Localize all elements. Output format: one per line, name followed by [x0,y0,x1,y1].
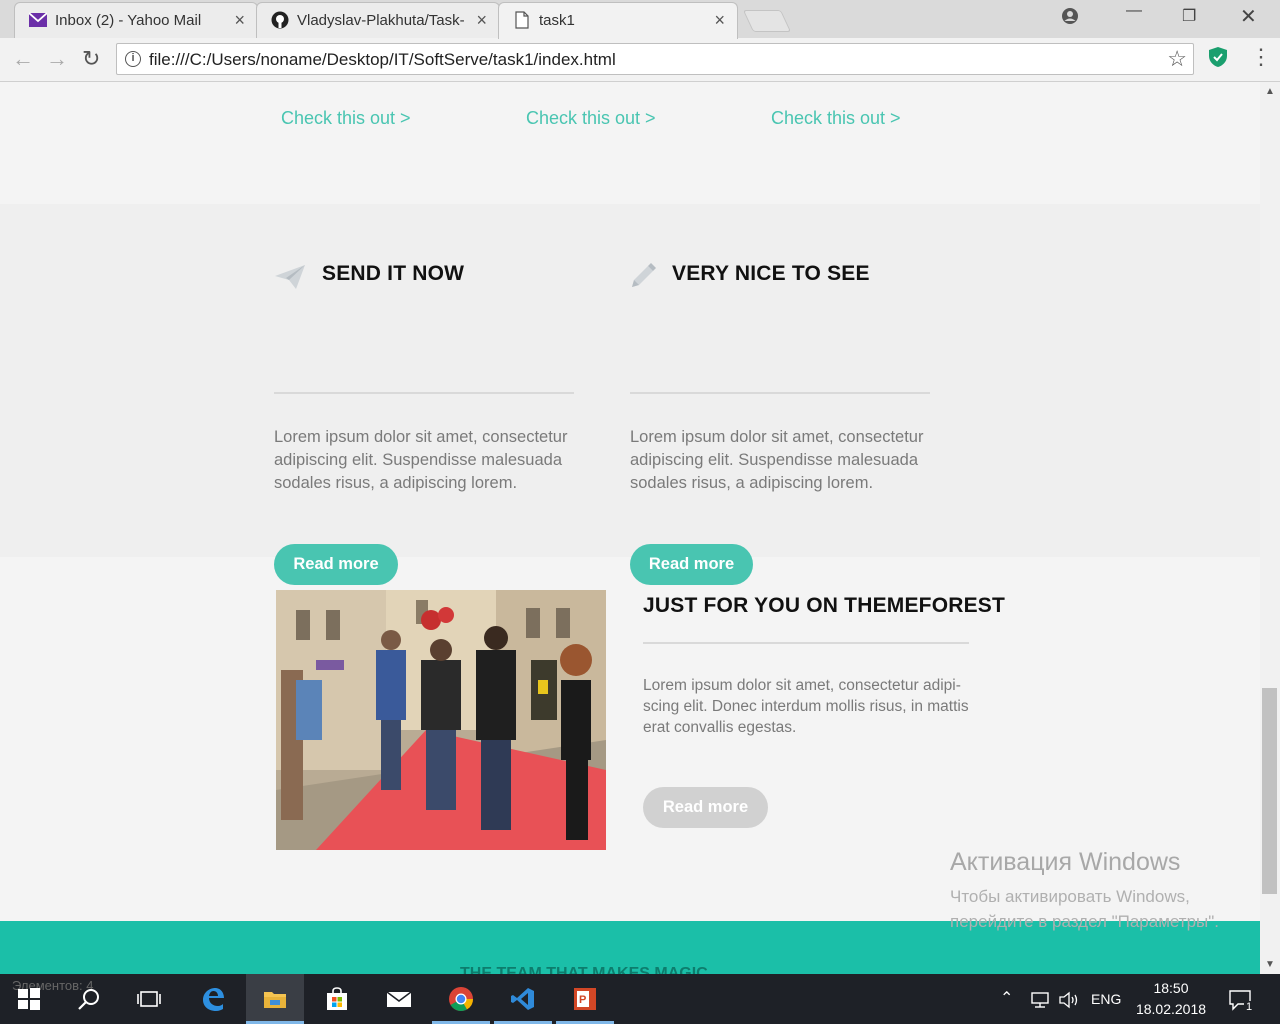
read-more-button[interactable]: Read more [274,544,398,585]
page-viewport: Check this out > Check this out > Check … [0,82,1260,974]
browser-toolbar: ← → ↻ i file:///C:/Users/noname/Desktop/… [0,38,1280,82]
system-clock[interactable]: 18:50 18.02.2018 [1128,978,1214,1020]
taskbar-vscode[interactable] [494,974,552,1024]
promo-text-line: erat convallis egestas. [643,719,797,736]
task-view-button[interactable] [120,974,178,1024]
close-tab-icon[interactable]: × [234,11,245,29]
check-this-out-link[interactable]: Check this out > [771,108,901,129]
taskbar-chrome[interactable] [432,974,490,1024]
divider [274,392,574,394]
activation-line: Чтобы активировать Windows, [950,887,1190,906]
taskbar-edge[interactable] [184,974,242,1024]
page-icon [515,11,529,29]
search-icon [78,989,99,1010]
reload-icon[interactable]: ↻ [82,47,100,71]
feature-text: Lorem ipsum dolor sit amet, consectetur … [274,428,568,492]
windows-taskbar: Элементов: 4 P ⌃ ENG 18:50 18.02.2018 1 [0,974,1280,1024]
shield-extension-icon[interactable] [1208,46,1228,68]
promo-title: JUST FOR YOU ON THEMEFOREST [643,594,1006,617]
tab-title: task1 [539,12,575,29]
promo-text: Lorem ipsum dolor sit amet, consectetur … [643,675,969,738]
new-tab-button[interactable] [742,10,792,32]
info-icon[interactable]: i [125,51,141,67]
browser-tab-strip: Inbox (2) - Yahoo Mail × Vladyslav-Plakh… [0,0,1280,39]
tab-title: Vladyslav-Plakhuta/Task- [297,12,465,29]
tab-yahoo-mail[interactable]: Inbox (2) - Yahoo Mail × [14,2,258,38]
feature-title: VERY NICE TO SEE [672,262,870,285]
activation-line: перейдите в раздел "Параметры". [950,912,1220,931]
windows-logo-icon [18,988,40,1010]
url-text: file:///C:/Users/noname/Desktop/IT/SoftS… [149,50,616,69]
page-scrollbar[interactable]: ▲ ▼ [1260,82,1280,974]
close-window-icon[interactable]: ✕ [1240,4,1257,29]
taskbar-powerpoint[interactable]: P [556,974,614,1024]
vscode-icon [511,988,534,1010]
tab-github[interactable]: Vladyslav-Plakhuta/Task- × [256,2,500,38]
minimize-icon[interactable]: — [1126,2,1142,20]
pencil-icon [632,263,656,287]
clock-date: 18.02.2018 [1135,1001,1207,1017]
powerpoint-icon: P [574,988,596,1010]
divider [643,642,969,644]
check-this-out-link[interactable]: Check this out > [281,108,411,129]
menu-kebab-icon[interactable]: ⋮ [1250,45,1272,69]
footer-heading: THE TEAM THAT MAKES MAGIC [460,965,708,974]
divider [630,392,930,394]
github-icon [271,11,289,29]
feature-text: Lorem ipsum dolor sit amet, consectetur … [630,428,924,492]
start-button[interactable] [0,974,58,1024]
folder-icon [264,992,286,1008]
red-carpet-photo [276,590,606,850]
mail-icon [386,991,412,1007]
paper-plane-icon [275,265,305,289]
tab-task1[interactable]: task1 × [498,2,738,39]
notification-count: 1 [1244,1001,1255,1013]
taskbar-mail[interactable] [370,974,428,1024]
show-hidden-icons-icon[interactable]: ⌃ [1000,988,1013,1008]
read-more-button[interactable]: Read more [630,544,753,585]
scroll-down-arrow-icon[interactable]: ▼ [1265,959,1275,970]
edge-icon [203,988,224,1011]
scrollbar-thumb[interactable] [1262,688,1277,894]
taskbar-store[interactable] [308,974,366,1024]
windows-activation-title: Активация Windows [950,848,1181,876]
windows-activation-text: Чтобы активировать Windows, перейдите в … [950,884,1219,934]
promo-text-line: scing elit. Donec interdum mollis risus,… [643,698,969,715]
yahoo-mail-icon [29,12,47,27]
tab-title: Inbox (2) - Yahoo Mail [55,12,202,29]
clock-time: 18:50 [1153,980,1189,996]
read-more-button[interactable]: Read more [643,787,768,828]
forward-arrow-icon[interactable]: → [46,47,68,71]
input-language[interactable]: ENG [1091,991,1121,1007]
svg-text:P: P [579,994,586,1006]
features-section: SEND IT NOW Lorem ipsum dolor sit amet, … [0,204,1260,585]
bookmark-star-icon[interactable]: ☆ [1167,46,1187,72]
check-this-out-link[interactable]: Check this out > [526,108,656,129]
network-icon[interactable] [1030,992,1050,1008]
back-arrow-icon[interactable]: ← [12,47,34,71]
search-button[interactable] [60,974,118,1024]
store-bag-icon [327,987,347,1010]
taskbar-file-explorer[interactable] [246,974,304,1024]
scroll-up-arrow-icon[interactable]: ▲ [1265,86,1275,97]
address-bar[interactable]: i file:///C:/Users/noname/Desktop/IT/Sof… [116,43,1194,75]
close-tab-icon[interactable]: × [476,11,487,29]
volume-icon[interactable] [1058,991,1080,1009]
profile-icon[interactable] [1060,6,1080,26]
restore-icon[interactable]: ❐ [1182,6,1196,26]
task-view-icon [137,991,161,1007]
promo-text-line: Lorem ipsum dolor sit amet, consectetur … [643,677,961,694]
chrome-icon [449,987,473,1012]
close-tab-icon[interactable]: × [714,11,725,29]
feature-title: SEND IT NOW [322,262,465,285]
